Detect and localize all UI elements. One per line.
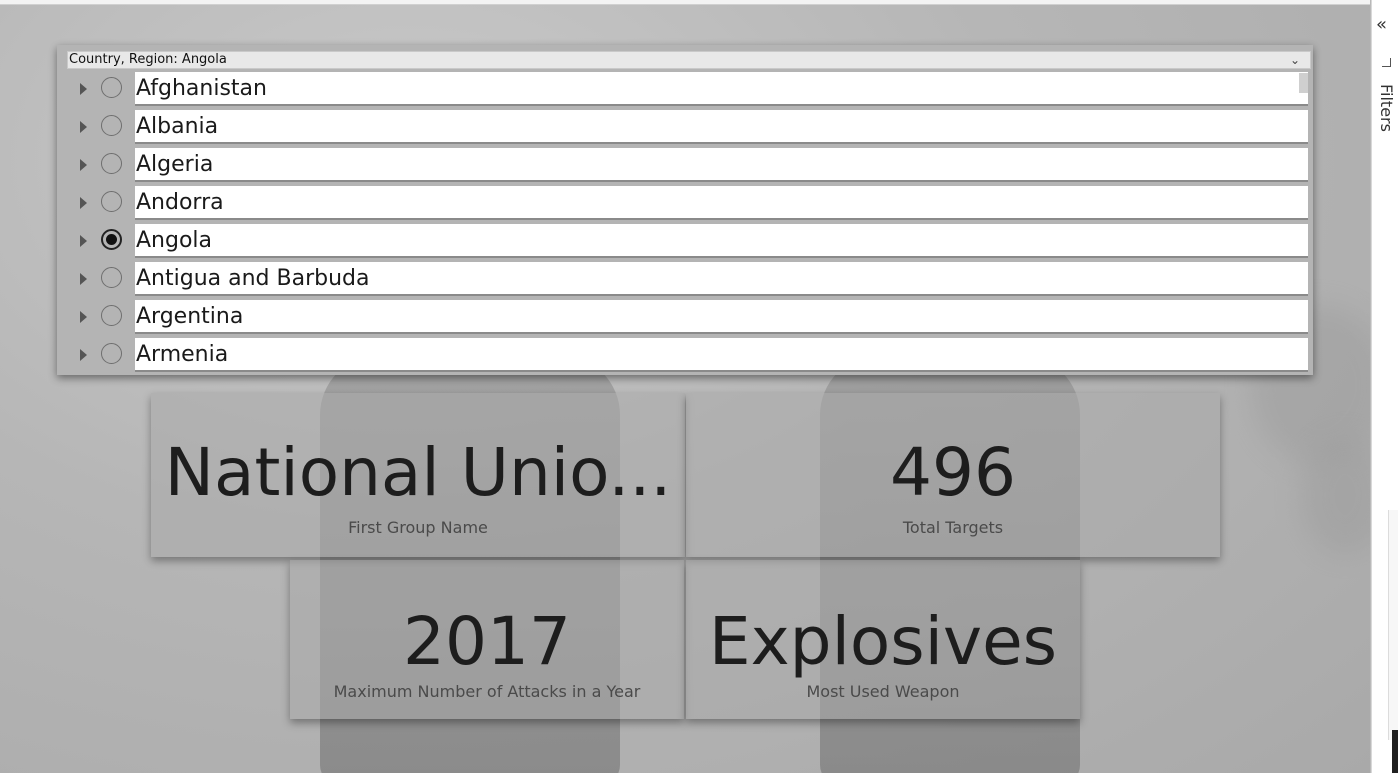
card-max-attacks-year[interactable]: 2017 Maximum Number of Attacks in a Year [290,560,684,719]
slicer-item-algeria[interactable]: Algeria [75,148,1311,182]
expand-arrow-icon[interactable] [80,273,87,285]
expand-arrow-icon[interactable] [80,83,87,95]
slicer-item-label[interactable]: Albania [135,110,1308,144]
slicer-item-label[interactable]: Argentina [135,300,1308,334]
radio-button-selected-icon[interactable] [101,229,122,250]
slicer-item-label[interactable]: Andorra [135,186,1308,220]
card-caption: Total Targets [902,518,1004,537]
slicer-item-label[interactable]: Antigua and Barbuda [135,262,1308,296]
slicer-item-label[interactable]: Armenia [135,338,1308,372]
slicer-item-label[interactable]: Afghanistan [135,72,1308,106]
country-region-slicer[interactable]: Country, Region: Angola ⌄ Afghanistan Al… [57,45,1313,375]
radio-button-icon[interactable] [101,153,122,174]
filters-pane[interactable]: « Filters [1371,0,1398,773]
expand-arrow-icon[interactable] [80,159,87,171]
slicer-item-argentina[interactable]: Argentina [75,300,1311,334]
slicer-header-label: Country, Region: Angola [69,52,227,67]
slicer-header[interactable]: Country, Region: Angola ⌄ [67,51,1311,69]
filters-panel-edge [1388,510,1398,740]
expand-arrow-icon[interactable] [80,121,87,133]
card-caption: Most Used Weapon [806,682,960,701]
scroll-thumb[interactable] [1392,730,1398,773]
expand-arrow-icon[interactable] [80,235,87,247]
slicer-scrollbar[interactable] [1299,73,1308,93]
card-total-targets[interactable]: 496 Total Targets [686,393,1220,557]
slicer-item-andorra[interactable]: Andorra [75,186,1311,220]
double-chevron-left-icon[interactable]: « [1376,14,1387,35]
radio-button-icon[interactable] [101,343,122,364]
expand-arrow-icon[interactable] [80,311,87,323]
slicer-item-afghanistan[interactable]: Afghanistan [75,72,1311,106]
card-caption: Maximum Number of Attacks in a Year [333,682,641,701]
chevron-down-icon[interactable]: ⌄ [1290,52,1300,68]
slicer-item-label[interactable]: Algeria [135,148,1308,182]
radio-button-icon[interactable] [101,77,122,98]
card-value: National Unio... [164,434,672,511]
expand-arrow-icon[interactable] [80,197,87,209]
slicer-item-antigua-and-barbuda[interactable]: Antigua and Barbuda [75,262,1311,296]
expand-arrow-icon[interactable] [80,349,87,361]
card-value: 2017 [403,603,571,680]
card-caption: First Group Name [348,518,488,537]
card-value: Explosives [708,603,1058,680]
filter-icon [1382,58,1391,67]
card-first-group-name[interactable]: National Unio... First Group Name [151,393,685,557]
slicer-list[interactable]: Afghanistan Albania Algeria Andorra Ango… [75,72,1311,372]
slicer-item-albania[interactable]: Albania [75,110,1311,144]
radio-button-icon[interactable] [101,191,122,212]
slicer-item-label[interactable]: Angola [135,224,1308,258]
radio-button-icon[interactable] [101,267,122,288]
slicer-item-angola[interactable]: Angola [75,224,1311,258]
filters-pane-label[interactable]: Filters [1377,84,1396,132]
slicer-item-armenia[interactable]: Armenia [75,338,1311,372]
radio-button-icon[interactable] [101,115,122,136]
radio-button-icon[interactable] [101,305,122,326]
card-value: 496 [890,434,1016,511]
card-most-used-weapon[interactable]: Explosives Most Used Weapon [686,560,1080,719]
